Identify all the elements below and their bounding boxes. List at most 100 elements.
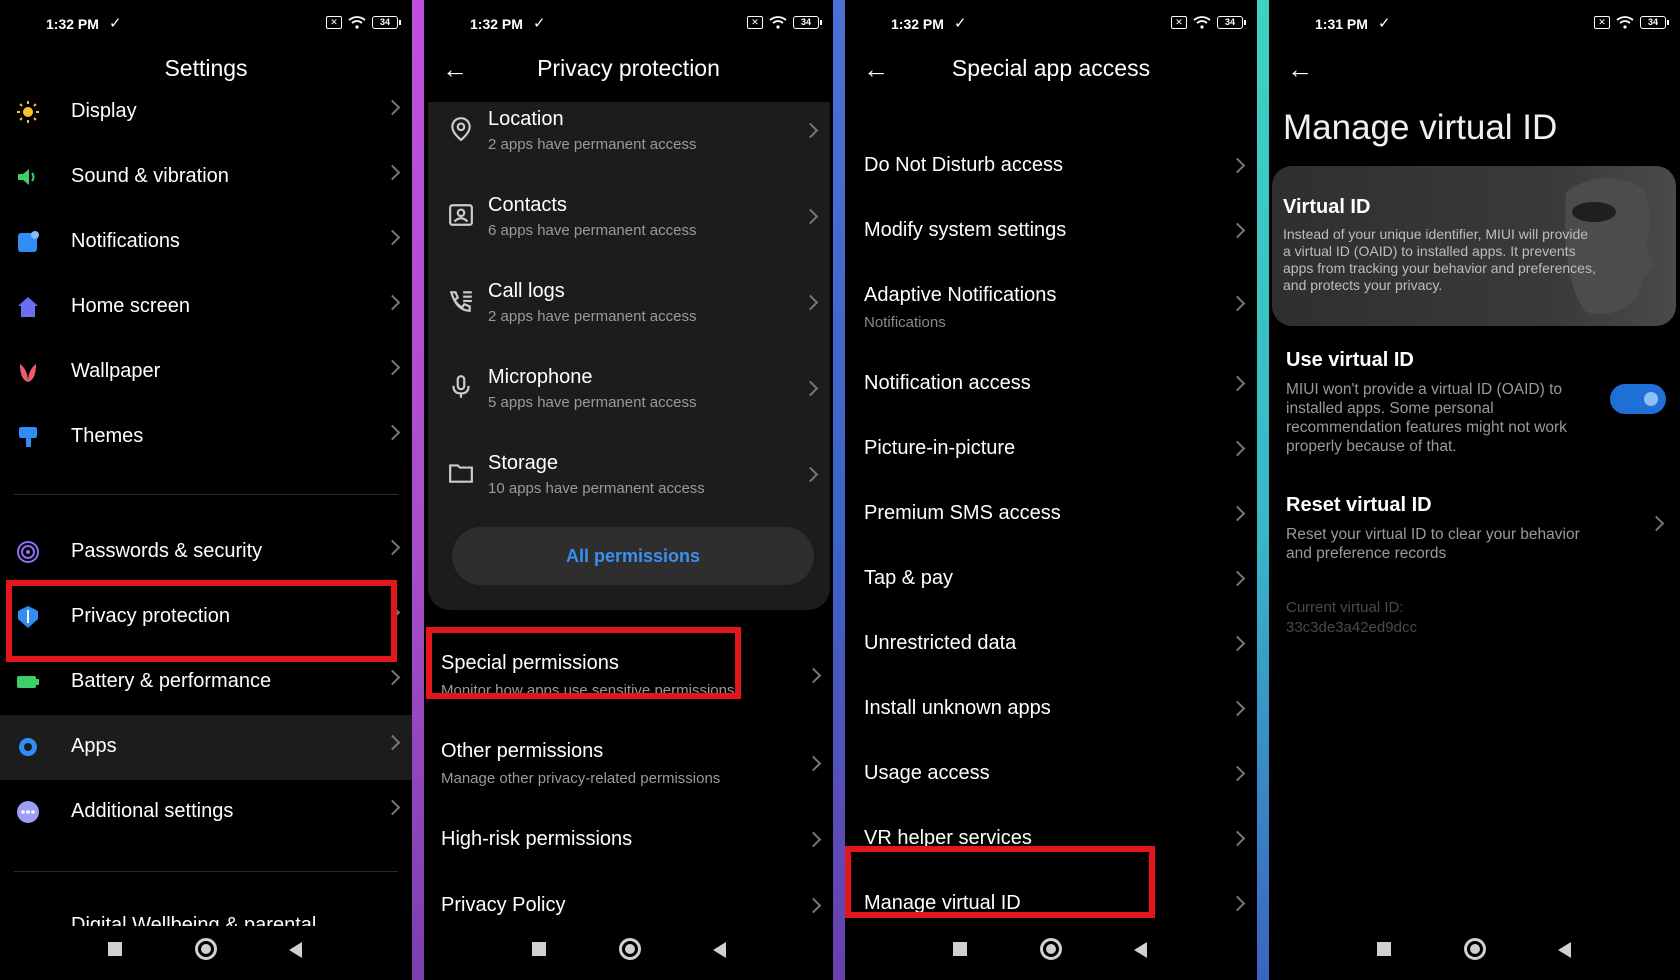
permission-subtitle: 6 apps have permanent access [488,222,697,239]
settings-item-display[interactable]: Display [0,80,412,145]
permission-subtitle: 10 apps have permanent access [488,480,705,497]
back-nav-icon[interactable] [1558,942,1571,958]
chevron-right-icon [1229,765,1246,782]
location-pin-icon [451,117,471,142]
chevron-right-icon [805,755,822,772]
access-item-dnd[interactable]: Do Not Disturb access [845,138,1257,200]
permission-row-call-logs[interactable]: Call logs 2 apps have permanent access [428,260,830,346]
recents-icon[interactable] [108,942,122,956]
status-bar: 1:32 PM ✓ ✕ 34 [891,14,1246,34]
row-label: Adaptive Notifications [864,284,1057,306]
page-title: Manage virtual ID [1283,108,1558,147]
back-nav-icon[interactable] [1134,942,1147,958]
separator [412,0,424,980]
highlight-box [426,627,741,699]
toggle-knob [1644,392,1658,406]
settings-item-additional[interactable]: Additional settings [0,780,412,845]
sim-icon: ✕ [1594,16,1610,29]
check-icon: ✓ [954,15,967,32]
access-item-tap-pay[interactable]: Tap & pay [845,551,1257,613]
back-nav-icon[interactable] [289,942,302,958]
use-virtual-id-option[interactable]: Use virtual ID MIUI won't provide a virt… [1286,349,1596,456]
settings-item-passwords-security[interactable]: Passwords & security [0,520,412,585]
sim-icon: ✕ [747,16,763,29]
access-item-pip[interactable]: Picture-in-picture [845,421,1257,483]
chevron-right-icon [1229,295,1246,312]
settings-item-home-screen[interactable]: Home screen [0,275,412,340]
chevron-right-icon [1229,157,1246,174]
access-item-notification-access[interactable]: Notification access [845,356,1257,418]
use-virtual-id-toggle[interactable] [1610,384,1666,414]
folder-icon [449,464,473,483]
access-item-adaptive-notifications[interactable]: Adaptive Notifications Notifications [845,268,1257,346]
chevron-right-icon [384,669,401,686]
home-nav-icon[interactable] [195,938,217,960]
virtual-id-info-card: Virtual ID Instead of your unique identi… [1272,166,1676,326]
highlight-box [845,846,1155,918]
chevron-right-icon [384,99,401,116]
permissions-card: Location 2 apps have permanent access Co… [428,102,830,610]
home-nav-icon[interactable] [619,938,641,960]
settings-item-themes[interactable]: Themes [0,405,412,470]
recents-icon[interactable] [953,942,967,956]
access-item-usage-access[interactable]: Usage access [845,746,1257,808]
settings-item-wallpaper[interactable]: Wallpaper [0,340,412,405]
access-item-unknown-apps[interactable]: Install unknown apps [845,681,1257,743]
row-label: Premium SMS access [864,502,1061,524]
chevron-right-icon [1229,895,1246,912]
all-permissions-button[interactable]: All permissions [452,527,814,585]
row-label: Do Not Disturb access [864,154,1063,176]
status-time: 1:31 PM [1315,16,1368,32]
row-label: Privacy Policy [441,894,566,916]
special-app-access-screen: 1:32 PM ✓ ✕ 34 ← Special app access Do N… [845,0,1257,980]
privacy-protection-screen: 1:32 PM ✓ ✕ 34 ← Privacy protection Loca… [424,0,833,980]
status-time: 1:32 PM [46,16,99,32]
home-nav-icon[interactable] [1464,938,1486,960]
row-label: Notification access [864,372,1031,394]
chevron-right-icon [1229,375,1246,392]
permission-label: Location [488,108,564,130]
page-title: Privacy protection [537,55,720,81]
access-item-unrestricted-data[interactable]: Unrestricted data [845,616,1257,678]
option-title: Reset virtual ID [1286,494,1432,516]
row-label: Tap & pay [864,567,953,589]
recents-icon[interactable] [1377,942,1391,956]
high-risk-permissions-row[interactable]: High-risk permissions [424,816,833,886]
settings-item-label: Additional settings [71,800,234,822]
chevron-right-icon [384,799,401,816]
permission-row-location[interactable]: Location 2 apps have permanent access [428,88,830,174]
access-item-premium-sms[interactable]: Premium SMS access [845,486,1257,548]
nav-bar [0,936,412,962]
current-virtual-id: Current virtual ID: 33c3de3a42ed9dcc [1286,598,1417,638]
settings-item-label: Themes [71,425,144,447]
recents-icon[interactable] [532,942,546,956]
other-permissions-row[interactable]: Other permissions Manage other privacy-r… [424,728,833,798]
permission-row-storage[interactable]: Storage 10 apps have permanent access [428,432,830,518]
access-item-modify-system[interactable]: Modify system settings [845,203,1257,265]
contacts-icon [449,204,473,226]
permission-row-microphone[interactable]: Microphone 5 apps have permanent access [428,346,830,432]
check-icon: ✓ [533,15,546,32]
gear-icon [19,738,37,756]
permission-subtitle: 2 apps have permanent access [488,308,697,325]
option-description: MIUI won't provide a virtual ID (OAID) t… [1286,381,1567,455]
settings-item-sound[interactable]: Sound & vibration [0,145,412,210]
chevron-right-icon [802,208,819,225]
back-nav-icon[interactable] [713,942,726,958]
status-bar: 1:32 PM ✓ ✕ 34 [46,14,401,34]
home-nav-icon[interactable] [1040,938,1062,960]
battery-icon: 34 [1217,16,1246,29]
status-time: 1:32 PM [470,16,523,32]
settings-item-digital-wellbeing[interactable]: Digital Wellbeing & parental [0,900,412,926]
settings-item-notifications[interactable]: Notifications [0,210,412,275]
current-id-label: Current virtual ID: [1286,599,1404,616]
row-label: Picture-in-picture [864,437,1016,459]
permission-row-contacts[interactable]: Contacts 6 apps have permanent access [428,174,830,260]
permission-subtitle: 2 apps have permanent access [488,136,697,153]
back-arrow-icon[interactable]: ← [1287,56,1313,82]
manage-virtual-id-screen: 1:31 PM ✓ ✕ 34 ← Manage virtual ID Virtu… [1269,0,1680,980]
settings-item-apps[interactable]: Apps [0,715,412,780]
microphone-icon [452,375,470,398]
settings-screen: 1:32 PM ✓ ✕ 34 Settings Display Sound & … [0,0,412,980]
reset-virtual-id-option[interactable]: Reset virtual ID Reset your virtual ID t… [1286,494,1596,563]
